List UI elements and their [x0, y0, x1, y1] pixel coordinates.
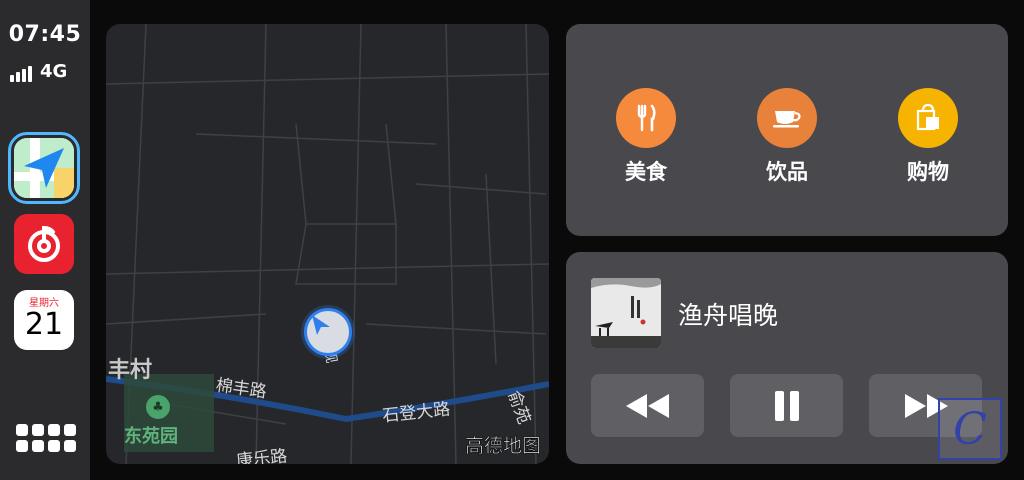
calendar-app-button[interactable]: 星期六 21 — [14, 290, 74, 350]
poi-shopping-button[interactable]: 购物 — [878, 88, 978, 186]
rewind-button[interactable] — [591, 374, 704, 437]
signal-bar-icon — [10, 75, 14, 82]
navigation-arrow-icon — [312, 315, 330, 335]
poi-food-button[interactable]: 美食 — [596, 88, 696, 186]
cellular-status: 4G — [10, 60, 82, 82]
song-title: 渔舟唱晚 — [678, 301, 779, 330]
map-label-village: 丰村 — [108, 358, 153, 383]
album-art-icon — [591, 278, 661, 348]
maps-app-button[interactable] — [8, 132, 80, 204]
fork-knife-icon — [616, 88, 676, 148]
album-cover[interactable] — [591, 278, 661, 348]
calendar-day: 21 — [24, 307, 64, 342]
status-time: 07:45 — [8, 22, 82, 47]
rewind-icon — [625, 393, 669, 418]
poi-food-label: 美食 — [625, 160, 667, 184]
music-app-button[interactable] — [14, 214, 74, 274]
signal-bar-icon — [16, 72, 20, 82]
pause-icon — [774, 390, 799, 421]
map-attribution: 高德地图 — [464, 435, 542, 458]
network-type: 4G — [40, 61, 68, 82]
coffee-cup-icon — [757, 88, 817, 148]
watermark-stamp-icon: C — [938, 398, 1002, 460]
poi-panel: 美食 饮品 购物 — [566, 24, 1008, 236]
poi-shopping-label: 购物 — [907, 160, 949, 184]
music-note-icon — [28, 225, 60, 262]
signal-bar-icon — [22, 69, 26, 82]
pause-button[interactable] — [730, 374, 843, 437]
signal-bar-icon — [28, 66, 32, 82]
current-location-marker — [304, 308, 352, 356]
navigation-arrow-icon — [14, 138, 74, 198]
app-grid-icon[interactable] — [16, 424, 76, 456]
tree-icon: ♣ — [146, 395, 170, 419]
shopping-bag-icon — [898, 88, 958, 148]
sidebar-dock: 07:45 4G 星期六 21 — [0, 0, 90, 480]
poi-drinks-label: 饮品 — [766, 160, 808, 184]
map-view[interactable]: ♣ 丰村 棉丰路 石登大路 俞苑 康乐路 规 东苑园 高德地图 — [106, 24, 549, 464]
map-label-park: 东苑园 — [124, 426, 178, 447]
poi-drinks-button[interactable]: 饮品 — [737, 88, 837, 186]
